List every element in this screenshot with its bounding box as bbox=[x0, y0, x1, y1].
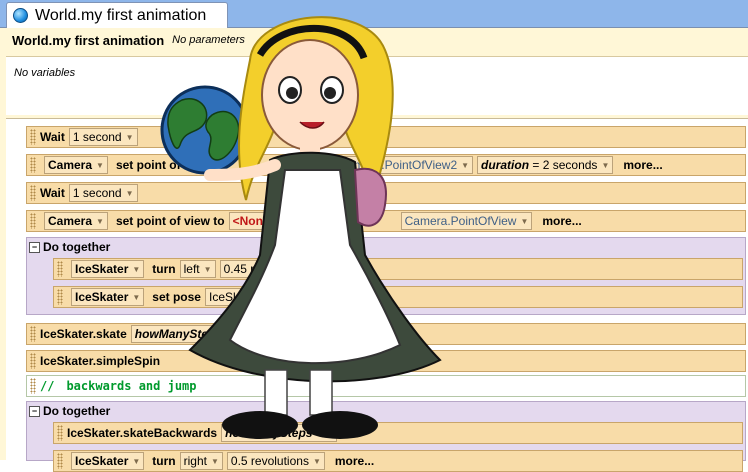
duration-dropdown[interactable]: duration = 2 seconds ▼ bbox=[477, 156, 614, 174]
chevron-down-icon: ▼ bbox=[96, 216, 104, 226]
do-together-label: Do together bbox=[43, 404, 111, 418]
no-variables-label: No variables bbox=[14, 67, 76, 79]
none-value-dropdown[interactable]: <None> bbox=[228, 212, 281, 230]
method-name-label: set point of view to bbox=[115, 214, 225, 228]
target-dropdown[interactable]: Camera.PointOfView2 ▼ bbox=[334, 156, 474, 174]
method-icon bbox=[13, 8, 28, 23]
method-tab[interactable]: World.my first animation bbox=[6, 2, 228, 28]
method-call-label: IceSkater.skateBackwards bbox=[67, 426, 218, 440]
object-dropdown[interactable]: IceSkater ▼ bbox=[71, 260, 145, 278]
comment-statement[interactable]: // backwards and jump bbox=[26, 375, 746, 397]
method-name-label: turn bbox=[152, 262, 176, 276]
collapse-icon[interactable]: − bbox=[29, 405, 40, 417]
method-name-label: set pose bbox=[152, 290, 201, 304]
chevron-down-icon: ▼ bbox=[203, 264, 212, 274]
drag-handle-icon[interactable] bbox=[30, 378, 36, 394]
chevron-down-icon: ▼ bbox=[601, 160, 610, 170]
comment-text[interactable]: backwards and jump bbox=[66, 379, 196, 393]
comment-slashes: // bbox=[40, 379, 55, 393]
parameter-dropdown[interactable]: howManySteps = 2 bbox=[221, 424, 337, 442]
simple-spin-statement[interactable]: IceSkater.simpleSpin bbox=[26, 350, 746, 372]
code-area[interactable]: Wait 1 second ▼ Camera ▼ set point of view… bbox=[6, 118, 748, 472]
drag-handle-icon[interactable] bbox=[57, 261, 63, 277]
collapse-icon[interactable]: − bbox=[29, 241, 40, 253]
method-name-label: set point of view to bbox=[115, 158, 225, 172]
object-dropdown[interactable]: IceSkater ▼ bbox=[71, 452, 145, 470]
chevron-down-icon: ▼ bbox=[132, 264, 141, 274]
object-dropdown[interactable]: Camera ▼ bbox=[44, 212, 108, 230]
wait-statement-2[interactable]: Wait 1 second ▼ bbox=[26, 182, 746, 204]
drag-handle-icon[interactable] bbox=[57, 453, 63, 469]
do-together-header: − Do together bbox=[29, 404, 110, 418]
more-button[interactable]: more... bbox=[542, 214, 581, 228]
drag-handle-icon[interactable] bbox=[30, 185, 36, 201]
amount-dropdown[interactable]: 0.45 revolutions bbox=[219, 260, 313, 278]
chevron-down-icon: ▼ bbox=[132, 292, 141, 302]
method-editor: World.my first animation No parameters N… bbox=[0, 28, 748, 472]
object-dropdown[interactable]: Camera ▼ bbox=[44, 156, 108, 174]
drag-handle-icon[interactable] bbox=[57, 425, 63, 441]
method-name-label: turn bbox=[152, 454, 176, 468]
wait-statement-1[interactable]: Wait 1 second ▼ bbox=[26, 126, 746, 148]
drag-handle-icon[interactable] bbox=[57, 289, 63, 305]
turn-statement-2[interactable]: IceSkater ▼ turn right ▼ 0.5 revolutions ▼ … bbox=[53, 450, 743, 472]
method-tab-title: World.my first animation bbox=[35, 6, 207, 24]
camera-pov-statement-2[interactable]: Camera ▼ set point of view to <None> Came… bbox=[26, 210, 746, 232]
chevron-down-icon: ▼ bbox=[520, 216, 529, 226]
more-button[interactable]: more... bbox=[335, 454, 374, 468]
drag-handle-icon[interactable] bbox=[30, 157, 36, 173]
parameter-dropdown[interactable]: howManySteps = 2 bbox=[130, 325, 247, 343]
wait-keyword: Wait bbox=[40, 186, 65, 200]
skate-call-statement[interactable]: IceSkater.skate howManySteps = 2 bbox=[26, 323, 746, 345]
camera-pov-statement-1[interactable]: Camera ▼ set point of view to Camera.Poin… bbox=[26, 154, 746, 176]
turn-statement-1[interactable]: IceSkater ▼ turn left ▼ 0.45 revolutions bbox=[53, 258, 743, 280]
chevron-down-icon: ▼ bbox=[125, 132, 134, 142]
chevron-down-icon: ▼ bbox=[132, 456, 141, 466]
do-together-header: − Do together bbox=[29, 240, 110, 254]
object-dropdown[interactable]: IceSkater ▼ bbox=[71, 288, 145, 306]
method-name: World.my first animation bbox=[12, 32, 165, 48]
amount-dropdown[interactable]: 0.5 revolutions ▼ bbox=[226, 452, 325, 470]
drag-handle-icon[interactable] bbox=[30, 213, 36, 229]
direction-dropdown[interactable]: left ▼ bbox=[179, 260, 216, 278]
drag-handle-icon[interactable] bbox=[30, 129, 36, 145]
editor-tab-bar: World.my first animation bbox=[0, 0, 748, 28]
do-together-block-2[interactable]: − Do together IceSkater.skateBackwards h… bbox=[26, 401, 746, 472]
drag-handle-icon[interactable] bbox=[30, 353, 36, 369]
pose-dropdown[interactable]: IceSkater bbox=[204, 288, 264, 306]
wait-duration-dropdown[interactable]: 1 second ▼ bbox=[68, 128, 138, 146]
chevron-down-icon: ▼ bbox=[125, 188, 134, 198]
variables-panel[interactable]: No variables bbox=[6, 56, 748, 115]
do-together-block-1[interactable]: − Do together IceSkater ▼ turn left ▼ 0.45… bbox=[26, 237, 746, 315]
wait-keyword: Wait bbox=[40, 130, 65, 144]
chevron-down-icon: ▼ bbox=[312, 456, 321, 466]
skate-backwards-statement[interactable]: IceSkater.skateBackwards howManySteps = … bbox=[53, 422, 743, 444]
do-together-label: Do together bbox=[43, 240, 111, 254]
method-header: World.my first animation No parameters bbox=[6, 28, 748, 52]
set-pose-statement[interactable]: IceSkater ▼ set pose IceSkater bbox=[53, 286, 743, 308]
direction-dropdown[interactable]: right ▼ bbox=[179, 452, 223, 470]
target-dropdown[interactable]: Camera.PointOfView ▼ bbox=[400, 212, 533, 230]
method-parameters: No parameters bbox=[172, 34, 245, 46]
chevron-down-icon: ▼ bbox=[461, 160, 470, 170]
chevron-down-icon: ▼ bbox=[96, 160, 104, 170]
wait-duration-dropdown[interactable]: 1 second ▼ bbox=[68, 184, 138, 202]
method-call-label: IceSkater.skate bbox=[40, 327, 127, 341]
chevron-down-icon: ▼ bbox=[210, 456, 219, 466]
method-call-label: IceSkater.simpleSpin bbox=[40, 354, 161, 368]
drag-handle-icon[interactable] bbox=[30, 326, 36, 342]
more-button[interactable]: more... bbox=[623, 158, 662, 172]
